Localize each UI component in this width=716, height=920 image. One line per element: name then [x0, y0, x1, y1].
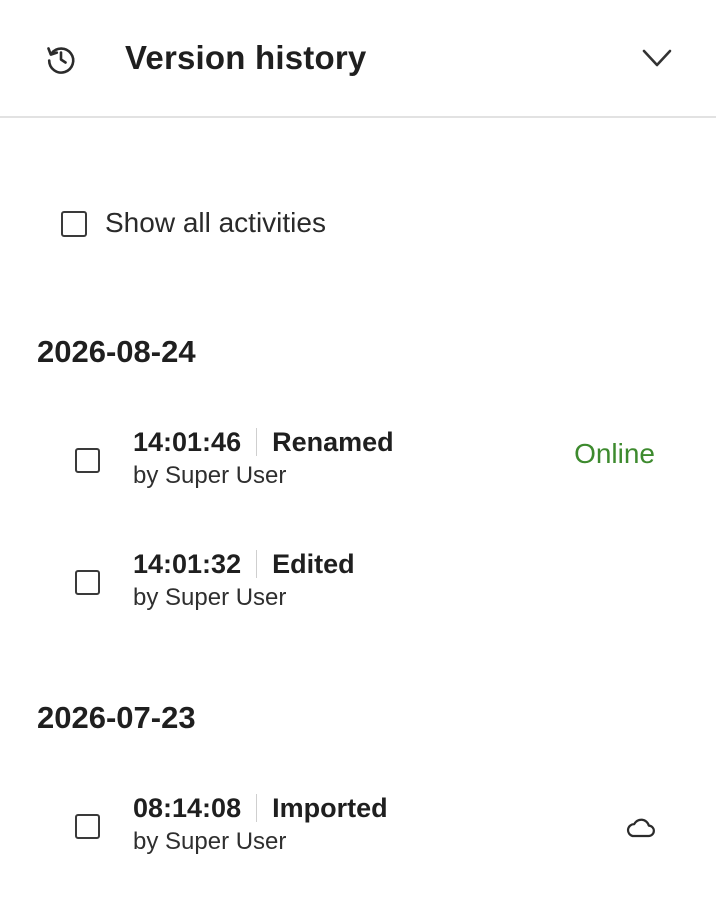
- panel-title: Version history: [125, 39, 367, 76]
- entry-checkbox[interactable]: [75, 814, 100, 839]
- show-all-checkbox[interactable]: [61, 211, 87, 237]
- entry-line: 14:01:32 Edited: [133, 544, 355, 584]
- entry-separator: [256, 794, 258, 822]
- history-icon: [47, 47, 75, 74]
- entry-author: by Super User: [133, 584, 287, 611]
- entry-checkbox[interactable]: [75, 448, 100, 473]
- entry-checkbox[interactable]: [75, 570, 100, 595]
- entry-author: by Super User: [133, 462, 287, 489]
- status-badge: Online: [574, 438, 655, 469]
- entry-line: 14:01:46 Renamed: [133, 422, 394, 462]
- entry-time: 14:01:32: [133, 548, 242, 579]
- history-entry[interactable]: 14:01:46 Renamed by Super User Online: [0, 422, 716, 512]
- entry-time: 08:14:08: [133, 792, 242, 823]
- panel-header: Version history: [0, 0, 716, 118]
- entry-line: 08:14:08 Imported: [133, 788, 388, 828]
- show-all-label[interactable]: Show all activities: [105, 207, 326, 239]
- history-entry[interactable]: 14:01:32 Edited by Super User: [0, 544, 716, 634]
- entry-action: Imported: [272, 792, 388, 823]
- date-heading: 2026-08-24: [37, 334, 196, 369]
- entry-separator: [256, 428, 258, 456]
- date-heading: 2026-07-23: [37, 700, 196, 735]
- entry-action: Edited: [272, 548, 355, 579]
- entry-time: 14:01:46: [133, 426, 242, 457]
- entry-author: by Super User: [133, 828, 287, 855]
- entry-separator: [256, 550, 258, 578]
- history-entry[interactable]: 08:14:08 Imported by Super User: [0, 788, 716, 878]
- entry-action: Renamed: [272, 426, 394, 457]
- chevron-down-icon[interactable]: [640, 44, 674, 74]
- cloud-icon: [626, 818, 655, 838]
